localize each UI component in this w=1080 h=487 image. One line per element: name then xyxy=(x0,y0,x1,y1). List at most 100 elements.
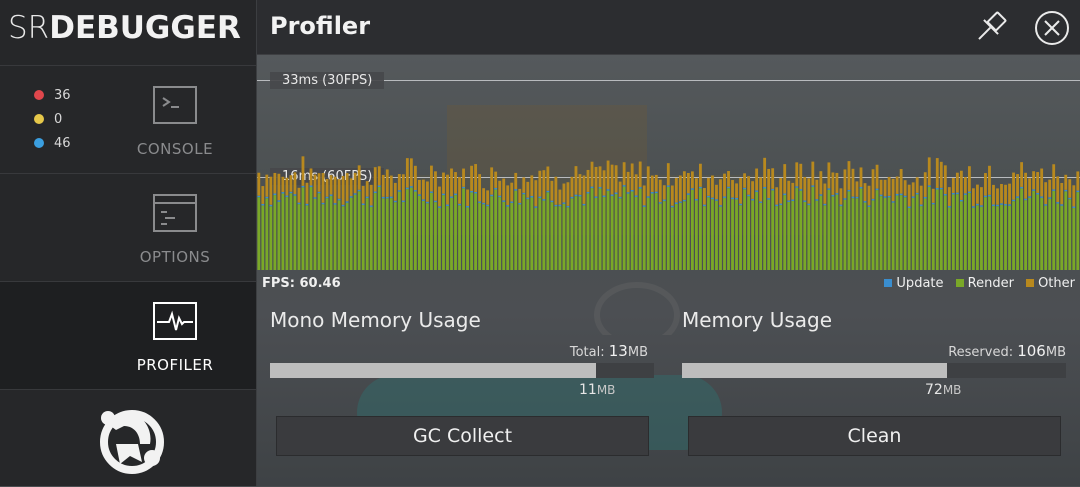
update-bar xyxy=(598,187,602,189)
render-bar xyxy=(498,197,502,270)
sidebar: SRDEBUGGER 36 0 46 CONSOLE OPTIONS PROFI… xyxy=(0,0,257,486)
update-bar xyxy=(727,186,730,189)
render-bar xyxy=(622,186,626,270)
update-bar xyxy=(389,196,393,199)
update-bar xyxy=(666,185,670,187)
other-bar xyxy=(470,165,473,191)
other-bar xyxy=(895,176,899,194)
render-bar xyxy=(1052,190,1056,270)
render-bar xyxy=(329,195,333,270)
render-bar xyxy=(361,205,365,270)
render-bar xyxy=(674,203,678,270)
update-bar xyxy=(1052,189,1056,191)
update-bar xyxy=(715,199,718,201)
render-bar xyxy=(297,204,301,270)
pin-icon[interactable] xyxy=(972,8,1010,46)
other-bar xyxy=(494,171,498,188)
update-bar xyxy=(377,185,381,187)
render-bar xyxy=(1072,207,1076,270)
render-bar xyxy=(871,200,875,270)
other-bar xyxy=(357,165,361,190)
update-bar xyxy=(582,203,586,206)
memory-title: Memory Usage xyxy=(682,308,833,332)
update-bar xyxy=(980,205,983,207)
update-bar xyxy=(333,203,337,205)
render-bar xyxy=(887,197,891,270)
other-bar xyxy=(393,182,397,201)
other-bar xyxy=(305,182,309,204)
render-bar xyxy=(703,206,706,270)
render-bar xyxy=(590,188,594,270)
render-bar xyxy=(666,186,670,270)
other-bar xyxy=(875,164,879,189)
warning-count: 0 xyxy=(34,112,62,127)
other-bar xyxy=(265,174,269,197)
update-bar xyxy=(341,204,345,207)
render-bar xyxy=(988,196,991,270)
render-bar xyxy=(550,202,554,270)
mono-memory-fill xyxy=(270,363,597,378)
update-bar xyxy=(1056,202,1060,204)
update-bar xyxy=(506,205,510,207)
other-bar xyxy=(955,172,959,193)
render-bar xyxy=(614,194,618,270)
render-bar xyxy=(325,198,329,270)
update-bar xyxy=(349,196,353,198)
other-bar xyxy=(980,187,983,206)
update-swatch xyxy=(884,279,893,287)
other-bar xyxy=(646,166,650,197)
other-bar xyxy=(923,172,927,197)
render-bar xyxy=(799,190,803,270)
other-bar xyxy=(807,178,811,204)
update-bar xyxy=(1000,203,1003,205)
update-bar xyxy=(735,197,738,200)
sidebar-item-options[interactable]: OPTIONS xyxy=(0,173,256,281)
render-bar xyxy=(1036,194,1040,270)
render-bar xyxy=(1028,197,1032,270)
update-bar xyxy=(911,196,915,198)
other-bar xyxy=(542,170,546,200)
clean-button[interactable]: Clean xyxy=(688,416,1061,456)
other-bar xyxy=(1064,174,1068,190)
other-bar xyxy=(767,168,771,199)
update-bar xyxy=(618,196,622,199)
render-bar xyxy=(851,198,855,270)
sidebar-item-console[interactable]: 36 0 46 CONSOLE xyxy=(0,65,256,173)
other-bar xyxy=(269,176,273,205)
other-bar xyxy=(951,177,955,193)
update-bar xyxy=(951,192,955,195)
other-bar xyxy=(582,175,586,204)
update-bar xyxy=(1020,186,1023,189)
profiler-icon xyxy=(153,302,197,340)
sidebar-item-profiler[interactable]: PROFILER xyxy=(0,281,256,389)
update-bar xyxy=(1004,204,1007,206)
other-bar xyxy=(434,171,437,201)
other-bar xyxy=(325,178,329,197)
other-bar xyxy=(313,174,317,198)
render-bar xyxy=(566,207,570,270)
update-bar xyxy=(967,191,971,194)
close-icon[interactable] xyxy=(1034,10,1070,46)
update-bar xyxy=(550,200,554,203)
render-bar xyxy=(682,201,686,270)
other-bar xyxy=(550,180,554,201)
other-bar xyxy=(831,172,835,195)
render-bar xyxy=(1040,197,1044,270)
update-bar xyxy=(996,204,999,207)
sidebar-item-label: OPTIONS xyxy=(139,248,211,266)
other-bar xyxy=(458,177,461,204)
render-bar xyxy=(831,196,835,270)
update-bar xyxy=(590,186,594,189)
other-bar xyxy=(405,158,409,188)
update-bar xyxy=(719,205,722,207)
update-bar xyxy=(674,202,678,204)
other-bar xyxy=(779,177,783,204)
gc-collect-button[interactable]: GC Collect xyxy=(276,416,649,456)
other-bar xyxy=(883,179,887,197)
render-bar xyxy=(719,206,722,270)
other-bar xyxy=(803,177,807,201)
other-bar xyxy=(490,167,494,195)
update-bar xyxy=(891,201,895,203)
update-bar xyxy=(562,202,566,204)
other-bar xyxy=(474,164,478,192)
